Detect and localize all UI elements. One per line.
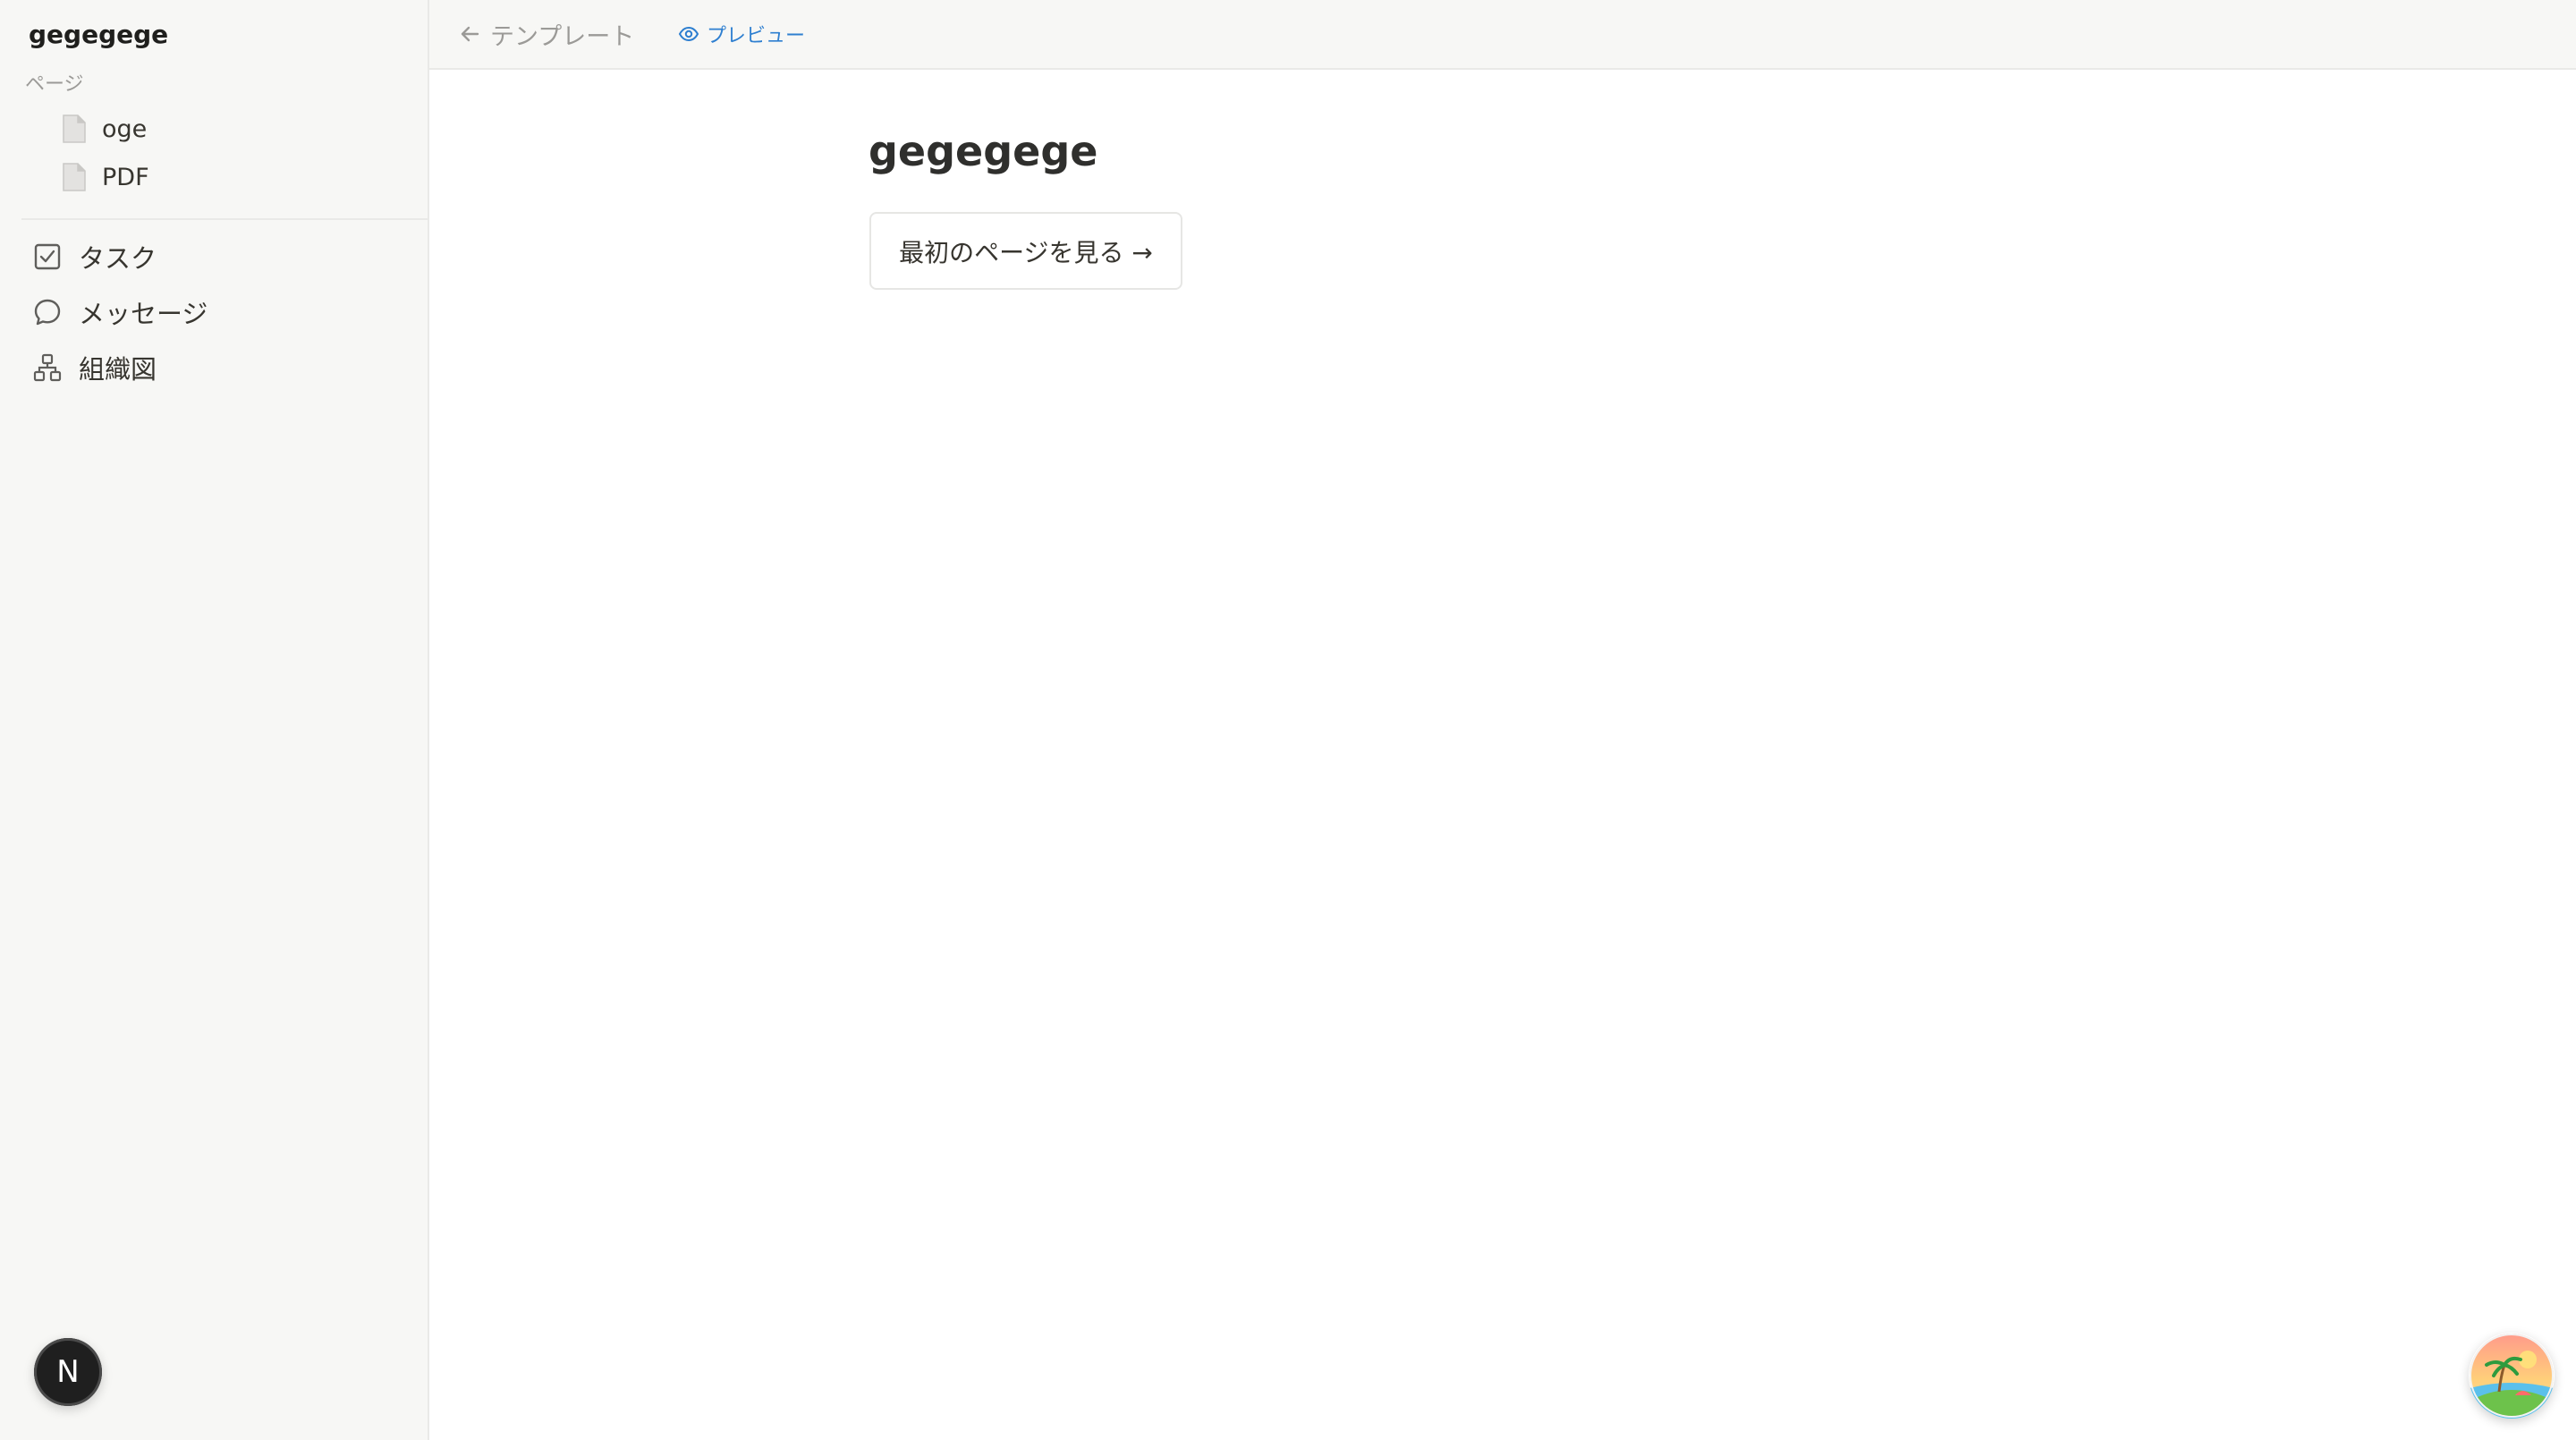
user-avatar[interactable]: N: [34, 1338, 102, 1406]
document-icon: [63, 163, 86, 191]
sidebar-page-pdf[interactable]: PDF: [61, 156, 149, 199]
back-link-label: テンプレート: [490, 22, 635, 51]
sidebar-divider: [21, 218, 428, 220]
eye-icon: [678, 26, 699, 42]
view-first-page-button[interactable]: 最初のページを見る →: [869, 212, 1182, 290]
beach-avatar-icon[interactable]: [2469, 1333, 2555, 1419]
org-chart-icon: [33, 353, 62, 382]
checkbox-icon: [34, 243, 61, 270]
workspace-title[interactable]: gegegege: [29, 20, 168, 49]
sidebar-item-messages[interactable]: メッセージ: [32, 290, 208, 335]
app-window: gegegege ページ oge PDF タスク メッセージ 組織図 N テンプ…: [0, 0, 2576, 1440]
preview-link[interactable]: プレビュー: [678, 16, 805, 52]
topbar: テンプレート プレビュー: [429, 0, 2576, 70]
beach-illustration: [2470, 1334, 2554, 1419]
back-to-templates-link[interactable]: テンプレート: [458, 16, 634, 52]
sidebar: gegegege ページ oge PDF タスク メッセージ 組織図 N: [0, 0, 429, 1440]
page-title: gegegege: [869, 127, 1098, 175]
sidebar-page-label: PDF: [102, 163, 149, 191]
sidebar-item-label: メッセージ: [79, 299, 208, 329]
sidebar-item-label: タスク: [79, 243, 157, 274]
sidebar-page-label: oge: [102, 114, 148, 143]
sidebar-item-org-chart[interactable]: 組織図: [32, 345, 157, 390]
pages-section-label: ページ: [25, 73, 84, 96]
sidebar-page-oge[interactable]: oge: [61, 107, 147, 150]
chat-bubble-icon: [34, 299, 61, 326]
arrow-left-icon: [461, 26, 479, 42]
document-icon: [63, 114, 86, 143]
sidebar-item-label: 組織図: [79, 354, 157, 385]
sidebar-item-tasks[interactable]: タスク: [32, 234, 157, 279]
preview-link-label: プレビュー: [707, 25, 806, 47]
